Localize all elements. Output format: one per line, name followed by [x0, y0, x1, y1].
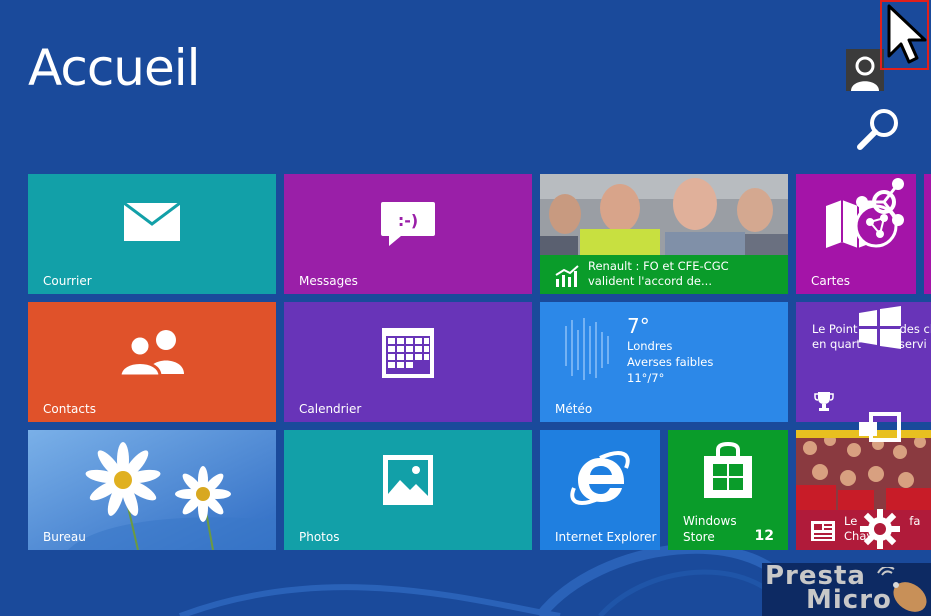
cursor-highlight	[880, 0, 929, 70]
chart-growth-icon	[555, 265, 579, 287]
devices-icon[interactable]	[857, 412, 903, 448]
tile-label: Messages	[299, 274, 358, 288]
tile-contacts[interactable]: Contacts	[28, 302, 276, 422]
news-photo	[540, 174, 788, 255]
tile-label: Contacts	[43, 402, 96, 416]
tile-label: Bureau	[43, 530, 86, 544]
news-caption-bar: Renault : FO et CFE-CGC valident l'accor…	[540, 255, 788, 294]
tile-partial-right-1[interactable]	[924, 174, 931, 294]
store-label-line2: Store	[683, 530, 715, 544]
page-title: Accueil	[28, 39, 201, 97]
tile-courrier[interactable]: Courrier	[28, 174, 276, 294]
mouse-device-icon	[877, 567, 927, 612]
weather-city: Londres	[627, 339, 673, 353]
store-update-badge: 12	[754, 528, 774, 544]
tile-meteo[interactable]: 7° Londres Averses faibles 11°/7° Météo	[540, 302, 788, 422]
chat-bubble-icon: :-)	[381, 202, 435, 246]
mail-icon	[123, 202, 181, 241]
tile-label: Photos	[299, 530, 340, 544]
tile-messages[interactable]: :-) Messages	[284, 174, 532, 294]
tile-label: Météo	[555, 402, 593, 416]
weather-temperature: 7°	[627, 314, 650, 338]
people-icon	[118, 330, 184, 376]
trophy-icon	[814, 392, 834, 411]
tile-photos[interactable]: Photos	[284, 430, 532, 550]
user-avatar[interactable]	[846, 49, 884, 91]
weather-condition: Averses faibles	[627, 355, 714, 369]
internet-explorer-icon	[570, 451, 630, 505]
calendar-icon	[382, 328, 434, 378]
tile-label: Calendrier	[299, 402, 362, 416]
photo-icon	[383, 455, 433, 505]
tile-label: Internet Explorer	[555, 530, 657, 544]
tile-bureau[interactable]: Bureau	[28, 430, 276, 550]
share-icon[interactable]	[850, 168, 910, 238]
store-label-line1: Windows	[683, 514, 737, 528]
news2-line1: Le	[844, 514, 858, 528]
tile-calendrier[interactable]: Calendrier	[284, 302, 532, 422]
mouse-pointer-icon	[887, 4, 927, 64]
news-headline-line2: valident l'accord de...	[588, 274, 712, 288]
settings-gear-icon[interactable]	[858, 507, 902, 551]
newspaper-icon	[811, 521, 835, 541]
tile-news[interactable]: Renault : FO et CFE-CGC valident l'accor…	[540, 174, 788, 294]
tile-internet-explorer[interactable]: Internet Explorer	[540, 430, 660, 550]
sport-line1: Le Point	[812, 322, 858, 336]
weather-range: 11°/7°	[627, 371, 665, 385]
tile-windows-store[interactable]: Windows Store 12	[668, 430, 788, 550]
news-headline-line1: Renault : FO et CFE-CGC	[588, 259, 729, 273]
prestamicro-watermark-logo: Presta Micro	[762, 561, 931, 616]
tile-label: Courrier	[43, 274, 92, 288]
search-icon[interactable]	[856, 105, 902, 151]
user-icon	[851, 56, 879, 91]
store-bag-icon	[704, 442, 752, 498]
news-headline: Renault : FO et CFE-CGC valident l'accor…	[588, 259, 729, 289]
rain-icon	[565, 318, 609, 380]
tile-label: Windows Store	[683, 514, 737, 544]
sport-line2: en quart	[812, 337, 861, 351]
weather-info: 7° Londres Averses faibles 11°/7°	[627, 314, 713, 386]
tile-label: Cartes	[811, 274, 851, 288]
windows-start-icon[interactable]	[857, 305, 903, 351]
svg-text::-): :-)	[398, 211, 418, 230]
